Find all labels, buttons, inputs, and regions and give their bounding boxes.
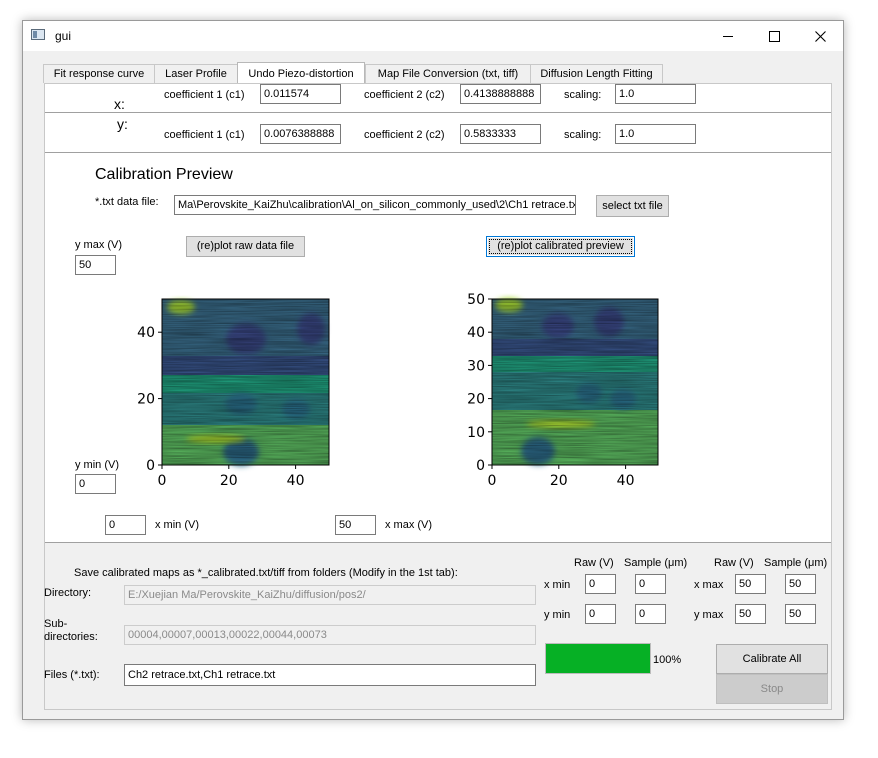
raw-header-min: Raw (V) [574, 557, 614, 569]
plot-raw-button[interactable]: (re)plot raw data file [186, 236, 305, 257]
progress-text: 100% [653, 654, 682, 666]
subdirs-label-1: Sub- [44, 618, 68, 630]
stop-button[interactable]: Stop [716, 674, 828, 704]
y-tick-label: 20 [137, 392, 155, 408]
y-c2-input[interactable]: 0.5833333 [460, 124, 541, 144]
ymin-label: y min (V) [75, 459, 119, 471]
y-tick-label: 0 [146, 458, 155, 474]
x-tick-label: 0 [158, 473, 167, 489]
files-input[interactable]: Ch2 retrace.txt,Ch1 retrace.txt [124, 664, 536, 686]
title-bar[interactable]: gui [23, 21, 843, 51]
txt-file-label: *.txt data file: [95, 196, 159, 208]
minimize-icon [723, 35, 733, 37]
xmin-label: x min (V) [155, 519, 199, 531]
x-scaling-input[interactable]: 1.0 [615, 84, 696, 104]
ymax-input[interactable]: 50 [75, 255, 116, 275]
xmax-sample-input[interactable]: 50 [785, 574, 816, 594]
y-tick-label: 40 [467, 325, 485, 341]
progress-fill [546, 644, 650, 673]
y-c1-label: coefficient 1 (c1) [164, 129, 245, 141]
y-tick-label: 30 [467, 358, 485, 374]
calibrated-preview-plot: 0 20 40 0 10 20 30 40 50 [467, 292, 659, 489]
x-c2-input[interactable]: 0.4138888888 [460, 84, 541, 104]
xmin-sample-input[interactable]: 0 [635, 574, 666, 594]
x-tick-label: 0 [488, 473, 497, 489]
tab-pane: x: coefficient 1 (c1) 0.011574 coefficie… [44, 83, 832, 710]
x-c2-label: coefficient 2 (c2) [364, 89, 445, 101]
minimize-button[interactable] [705, 21, 751, 51]
xmax-raw-input[interactable]: 50 [735, 574, 766, 594]
ymin-raw-input[interactable]: 0 [585, 604, 616, 624]
x-scaling-label: scaling: [564, 89, 602, 101]
y-tick-label: 0 [476, 458, 485, 474]
y-tick-label: 10 [467, 425, 485, 441]
y-axis-label: y: [117, 116, 128, 132]
x-tick-label: 20 [550, 473, 568, 489]
window-title: gui [55, 29, 72, 43]
ymax-sample-input[interactable]: 50 [785, 604, 816, 624]
subdirectories-input[interactable]: 00004,00007,00013,00022,00044,00073 [124, 625, 536, 645]
txt-file-path-input[interactable]: Ma\Perovskite_KaiZhu\calibration\Al_on_s… [174, 195, 576, 215]
tab-laser-profile[interactable]: Laser Profile [154, 64, 238, 83]
tab-fit-response-curve[interactable]: Fit response curve [43, 64, 155, 83]
progress-bar [545, 643, 651, 674]
x-axis-label: x: [114, 96, 125, 112]
ymax-label: y max (V) [75, 239, 123, 251]
ymin-input[interactable]: 0 [75, 474, 116, 494]
y-scaling-input[interactable]: 1.0 [615, 124, 696, 144]
tab-undo-piezo-distortion[interactable]: Undo Piezo-distortion [237, 62, 365, 84]
x-min-label: x min [544, 579, 571, 591]
select-txt-file-button[interactable]: select txt file [596, 195, 669, 217]
files-label: Files (*.txt): [44, 669, 100, 681]
directory-label: Directory: [44, 587, 92, 599]
raw-data-plot: 0 20 40 0 20 40 [137, 298, 330, 489]
divider [45, 152, 831, 153]
maximize-button[interactable] [751, 21, 797, 51]
tab-map-file-conversion[interactable]: Map File Conversion (txt, tiff) [365, 64, 531, 83]
x-tick-label: 20 [220, 473, 238, 489]
raw-header-max: Raw (V) [714, 557, 754, 569]
sample-header-max: Sample (μm) [764, 557, 828, 569]
app-window: gui Fit response curve Laser Profile Und… [22, 20, 844, 720]
x-max-label: x max [694, 579, 724, 591]
ymin-sample-input[interactable]: 0 [635, 604, 666, 624]
x-c1-label: coefficient 1 (c1) [164, 89, 245, 101]
xmax-label: x max (V) [385, 519, 433, 531]
maximize-icon [768, 30, 780, 42]
calibrate-all-button[interactable]: Calibrate All [716, 644, 828, 674]
subdirs-label-2: directories: [44, 631, 98, 643]
y-c2-label: coefficient 2 (c2) [364, 129, 445, 141]
plot-calibrated-button[interactable]: (re)plot calibrated preview [486, 236, 635, 257]
app-icon [31, 29, 45, 40]
xmax-input[interactable]: 50 [335, 515, 376, 535]
tab-diffusion-length-fitting[interactable]: Diffusion Length Fitting [530, 64, 663, 83]
y-c1-input[interactable]: 0.0076388888 [260, 124, 341, 144]
close-button[interactable] [797, 21, 843, 51]
y-scaling-label: scaling: [564, 129, 602, 141]
y-tick-label: 20 [467, 392, 485, 408]
xmin-input[interactable]: 0 [105, 515, 146, 535]
y-min-label: y min [544, 609, 571, 621]
directory-input[interactable]: E:/Xuejian Ma/Perovskite_KaiZhu/diffusio… [124, 585, 536, 605]
y-tick-label: 50 [467, 292, 485, 308]
y-tick-label: 40 [137, 325, 155, 341]
ymax-raw-input[interactable]: 50 [735, 604, 766, 624]
close-icon [814, 30, 826, 42]
y-max-label: y max [694, 609, 724, 621]
x-tick-label: 40 [617, 473, 635, 489]
xmin-raw-input[interactable]: 0 [585, 574, 616, 594]
divider [45, 112, 831, 113]
preview-heading: Calibration Preview [95, 166, 233, 183]
x-tick-label: 40 [287, 473, 305, 489]
x-c1-input[interactable]: 0.011574 [260, 84, 341, 104]
sample-header-min: Sample (μm) [624, 557, 688, 569]
save-note: Save calibrated maps as *_calibrated.txt… [74, 567, 458, 579]
